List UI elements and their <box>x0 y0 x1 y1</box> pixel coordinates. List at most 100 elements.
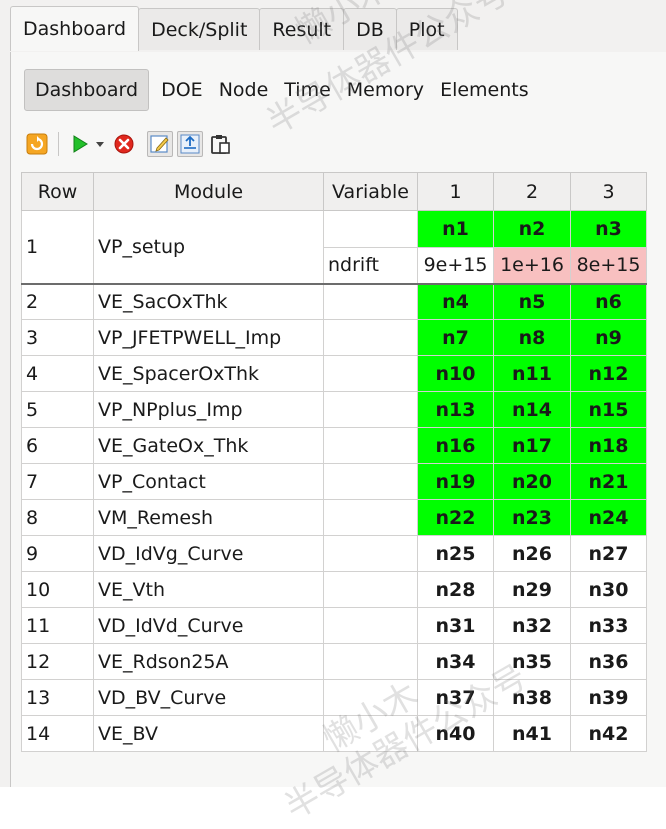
variable-cell[interactable] <box>323 319 418 356</box>
value-cell[interactable]: n39 <box>570 679 647 716</box>
value-cell[interactable]: n22 <box>417 499 494 536</box>
value-cell[interactable]: n24 <box>570 499 647 536</box>
tab-dashboard[interactable]: Dashboard <box>10 6 140 51</box>
column-header-1[interactable]: 1 <box>417 172 494 211</box>
module-cell[interactable]: VP_NPplus_Imp <box>93 391 324 428</box>
variable-cell[interactable] <box>323 607 418 644</box>
value-cell[interactable]: n13 <box>417 391 494 428</box>
value-cell[interactable]: n19 <box>417 463 494 500</box>
subtab-node[interactable]: Node <box>211 69 277 111</box>
module-cell[interactable]: VE_BV <box>93 715 324 752</box>
tab-result[interactable]: Result <box>259 8 345 50</box>
column-header-2[interactable]: 2 <box>493 172 571 211</box>
value-cell[interactable]: n5 <box>493 282 571 320</box>
row-number-cell[interactable]: 5 <box>21 391 94 428</box>
value-cell[interactable]: n30 <box>570 571 647 608</box>
value-cell[interactable]: n34 <box>417 643 494 680</box>
table-row[interactable]: 5 VP_NPplus_Imp n13 n14 n15 <box>21 391 647 428</box>
value-cell[interactable]: n28 <box>417 571 494 608</box>
module-cell[interactable]: VE_GateOx_Thk <box>93 427 324 464</box>
module-cell[interactable]: VE_Rdson25A <box>93 643 324 680</box>
table-row[interactable]: 1 VP_setup n1 n2 n3 <box>21 210 647 284</box>
value-cell[interactable]: n21 <box>570 463 647 500</box>
row-number-cell[interactable]: 4 <box>21 355 94 392</box>
variable-cell[interactable] <box>323 210 418 248</box>
value-cell[interactable]: n36 <box>570 643 647 680</box>
value-cell[interactable]: n10 <box>417 355 494 392</box>
value-cell[interactable]: n9 <box>570 319 647 356</box>
value-cell[interactable]: n38 <box>493 679 571 716</box>
table-row[interactable]: 10 VE_Vth n28 n29 n30 <box>21 571 647 608</box>
row-number-cell[interactable]: 2 <box>21 282 94 320</box>
value-cell[interactable]: n35 <box>493 643 571 680</box>
module-cell[interactable]: VE_SacOxThk <box>93 282 324 320</box>
subtab-elements[interactable]: Elements <box>432 69 537 111</box>
variable-cell[interactable] <box>323 535 418 572</box>
table-row[interactable]: 12 VE_Rdson25A n34 n35 n36 <box>21 643 647 680</box>
value-cell[interactable]: n20 <box>493 463 571 500</box>
tab-deck-split[interactable]: Deck/Split <box>138 8 261 50</box>
column-header-3[interactable]: 3 <box>570 172 647 211</box>
column-header-row[interactable]: Row <box>21 172 94 211</box>
refresh-button[interactable] <box>24 131 50 157</box>
row-number-cell[interactable]: 10 <box>21 571 94 608</box>
module-cell[interactable]: VP_Contact <box>93 463 324 500</box>
value-cell[interactable]: n33 <box>570 607 647 644</box>
value-cell[interactable]: n6 <box>570 282 647 320</box>
variable-cell[interactable] <box>323 282 418 320</box>
variable-cell[interactable] <box>323 643 418 680</box>
row-number-cell[interactable]: 14 <box>21 715 94 752</box>
value-cell[interactable]: n1 <box>417 210 494 248</box>
subtab-memory[interactable]: Memory <box>339 69 432 111</box>
table-row[interactable]: 6 VE_GateOx_Thk n16 n17 n18 <box>21 427 647 464</box>
value-cell[interactable]: n14 <box>493 391 571 428</box>
value-cell[interactable]: n41 <box>493 715 571 752</box>
variable-cell[interactable] <box>323 571 418 608</box>
value-cell[interactable]: n26 <box>493 535 571 572</box>
table-row[interactable]: 11 VD_IdVd_Curve n31 n32 n33 <box>21 607 647 644</box>
value-cell[interactable]: 8e+15 <box>570 247 647 284</box>
value-cell[interactable]: n2 <box>493 210 571 248</box>
table-row[interactable]: 7 VP_Contact n19 n20 n21 <box>21 463 647 500</box>
run-dropdown-button[interactable] <box>93 131 107 157</box>
module-cell[interactable]: VM_Remesh <box>93 499 324 536</box>
tab-db[interactable]: DB <box>343 8 397 50</box>
value-cell[interactable]: n29 <box>493 571 571 608</box>
value-cell[interactable]: n11 <box>493 355 571 392</box>
column-header-variable[interactable]: Variable <box>323 172 418 211</box>
value-cell[interactable]: 9e+15 <box>417 247 494 284</box>
variable-cell[interactable] <box>323 391 418 428</box>
value-cell[interactable]: n12 <box>570 355 647 392</box>
column-header-module[interactable]: Module <box>93 172 324 211</box>
value-cell[interactable]: n27 <box>570 535 647 572</box>
value-cell[interactable]: n32 <box>493 607 571 644</box>
variable-cell[interactable] <box>323 463 418 500</box>
variable-cell[interactable] <box>323 355 418 392</box>
value-cell[interactable]: n8 <box>493 319 571 356</box>
value-cell[interactable]: n4 <box>417 282 494 320</box>
variable-cell[interactable] <box>323 427 418 464</box>
value-cell[interactable]: 1e+16 <box>493 247 571 284</box>
value-cell[interactable]: n18 <box>570 427 647 464</box>
stop-button[interactable] <box>111 131 137 157</box>
table-row[interactable]: 13 VD_BV_Curve n37 n38 n39 <box>21 679 647 716</box>
table-row[interactable]: 9 VD_IdVg_Curve n25 n26 n27 <box>21 535 647 572</box>
row-number-cell[interactable]: 3 <box>21 319 94 356</box>
value-cell[interactable]: n42 <box>570 715 647 752</box>
variable-cell[interactable] <box>323 679 418 716</box>
row-number-cell[interactable]: 13 <box>21 679 94 716</box>
subtab-doe[interactable]: DOE <box>153 69 211 111</box>
value-cell[interactable]: n17 <box>493 427 571 464</box>
row-number-cell[interactable]: 7 <box>21 463 94 500</box>
row-number-cell[interactable]: 9 <box>21 535 94 572</box>
table-row[interactable]: 4 VE_SpacerOxThk n10 n11 n12 <box>21 355 647 392</box>
module-cell[interactable]: VE_SpacerOxThk <box>93 355 324 392</box>
module-cell[interactable]: VD_IdVg_Curve <box>93 535 324 572</box>
module-cell[interactable]: VP_setup <box>93 210 324 284</box>
module-cell[interactable]: VP_JFETPWELL_Imp <box>93 319 324 356</box>
clipboard-button[interactable] <box>207 131 233 157</box>
value-cell[interactable]: n25 <box>417 535 494 572</box>
table-row[interactable]: 3 VP_JFETPWELL_Imp n7 n8 n9 <box>21 319 647 356</box>
table-row[interactable]: 2 VE_SacOxThk n4 n5 n6 <box>21 282 647 320</box>
value-cell[interactable]: n7 <box>417 319 494 356</box>
